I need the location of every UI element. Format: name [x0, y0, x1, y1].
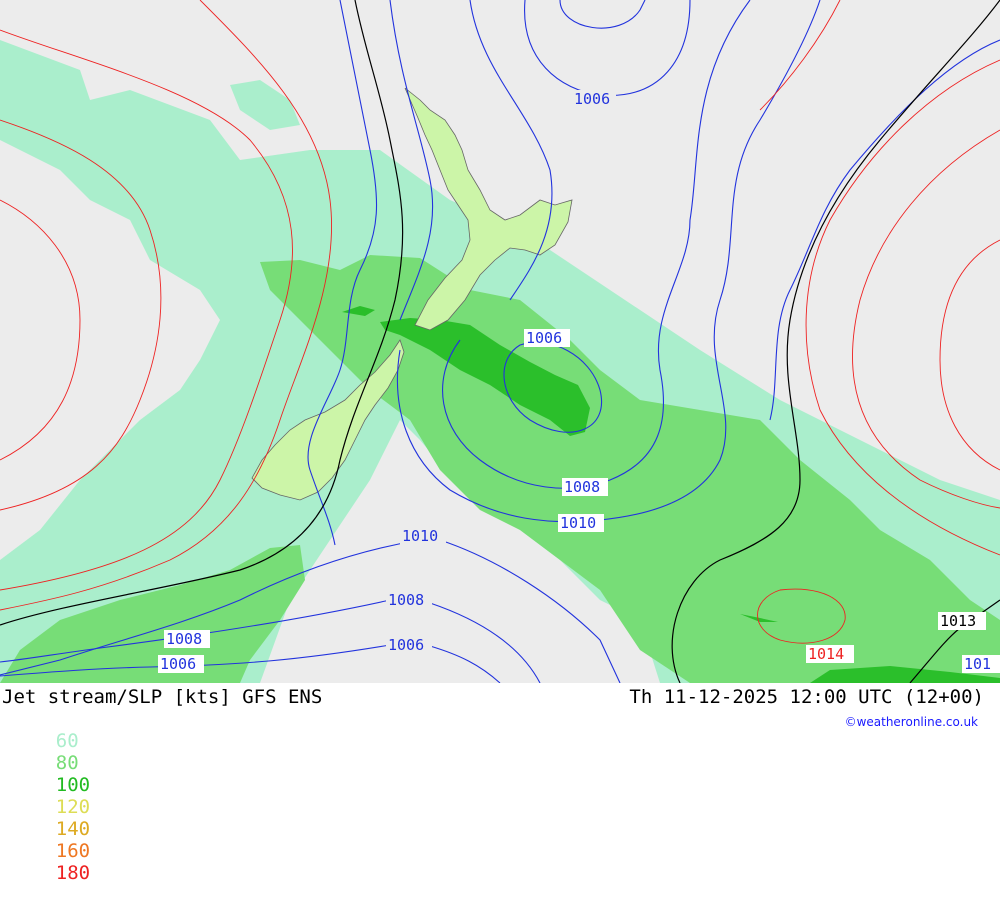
chart-title: Jet stream/SLP [kts] GFS ENS — [2, 686, 323, 708]
svg-text:1006: 1006 — [526, 329, 562, 347]
isobar-label-1006-south: 1006 — [386, 636, 432, 654]
svg-text:101: 101 — [964, 655, 991, 673]
svg-text:1006: 1006 — [574, 90, 610, 108]
valid-time: Th 11-12-2025 12:00 UTC (12+00) — [629, 686, 984, 708]
isobar-label-1008-center: 1008 — [562, 478, 608, 496]
svg-text:1006: 1006 — [388, 636, 424, 654]
isobar-label-1010-center: 1010 — [558, 514, 604, 532]
legend-item: 180 — [55, 862, 91, 884]
legend-item: 100 — [55, 774, 91, 796]
isobar-label-1006-center: 1006 — [524, 329, 570, 347]
weather-map: 1006 1006 1008 1010 1010 1008 1008 1006 … — [0, 0, 1000, 683]
isobar-label-1013-east: 1013 — [938, 612, 986, 630]
map-footer: Jet stream/SLP [kts] GFS ENS Th 11-12-20… — [0, 683, 1000, 884]
legend-item: 120 — [55, 796, 91, 818]
isobar-label-1008-southwest: 1008 — [164, 630, 210, 648]
legend-item: 160 — [55, 840, 91, 862]
svg-text:1008: 1008 — [166, 630, 202, 648]
svg-text:1008: 1008 — [564, 478, 600, 496]
isobar-label-1006-southwest: 1006 — [158, 655, 204, 673]
svg-text:1008: 1008 — [388, 591, 424, 609]
isobar-label-1014-east: 1014 — [806, 645, 854, 663]
legend-item: 140 — [55, 818, 91, 840]
isobar-label-1008-south: 1008 — [386, 591, 432, 609]
svg-text:1014: 1014 — [808, 645, 844, 663]
isobar-label-1006-north: 1006 — [572, 90, 616, 108]
svg-text:1010: 1010 — [402, 527, 438, 545]
legend-item: 80 — [55, 752, 79, 774]
credit-link[interactable]: ©weatheronline.co.uk — [845, 715, 978, 729]
wind-speed-legend: 60 80 100 120 140 160 180 — [10, 708, 96, 906]
svg-text:1013: 1013 — [940, 612, 976, 630]
isobar-label-1010-south: 1010 — [400, 527, 446, 545]
svg-text:1006: 1006 — [160, 655, 196, 673]
svg-text:1010: 1010 — [560, 514, 596, 532]
isobar-label-101-edge: 101 — [962, 655, 1000, 673]
legend-item: 60 — [55, 730, 79, 752]
